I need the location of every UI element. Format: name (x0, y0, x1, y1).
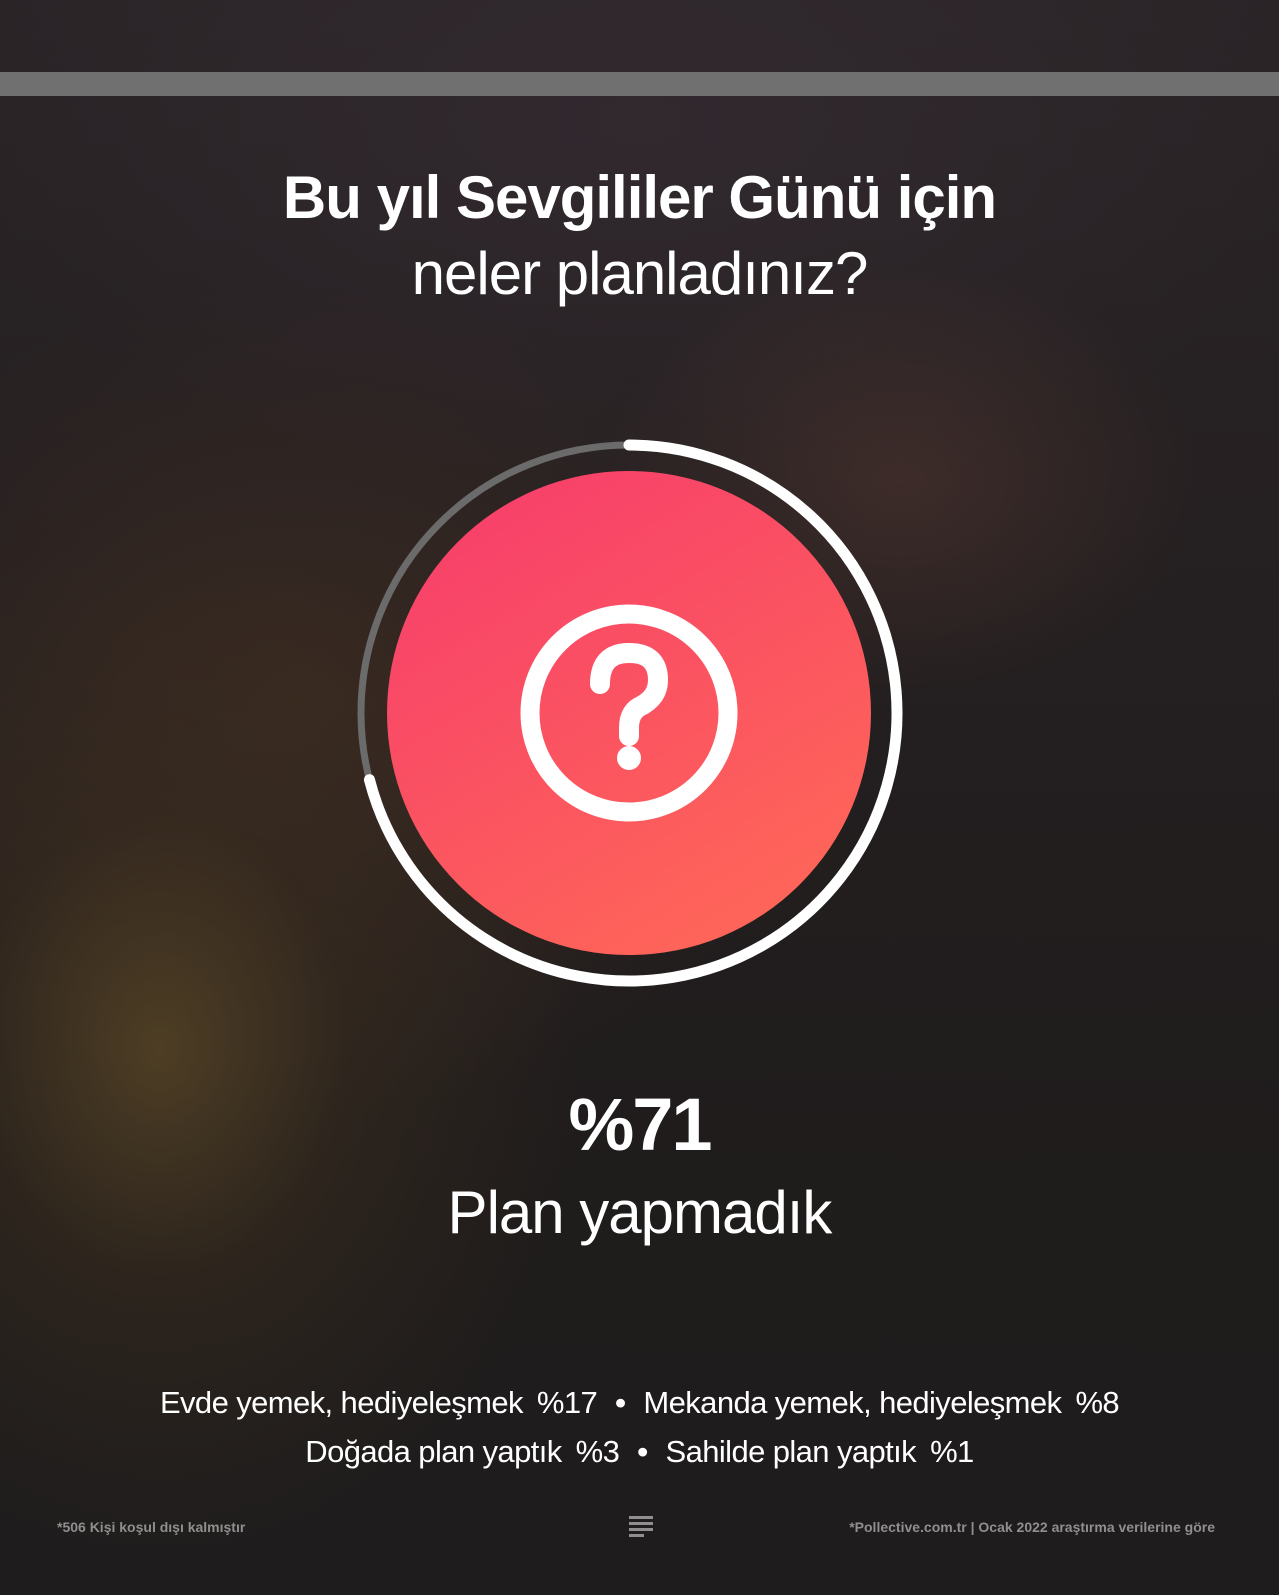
other-answers-row-1: Evde yemek, hediyeleşmek %17 • Mekanda yeme… (0, 1381, 1279, 1425)
bullet-separator: • (637, 1434, 648, 1469)
question-title-line2: neler planladınız? (411, 240, 869, 307)
answer-mekanda-label: Mekanda yemek, hediyeleşmek (643, 1385, 1062, 1420)
answer-evde-value: %17 (536, 1385, 598, 1420)
donut-chart-svg (357, 439, 903, 987)
question-title: Bu yıl Sevgililer Günü için neler planla… (0, 160, 1279, 312)
answer-dogada-label: Doğada plan yaptık (305, 1434, 562, 1469)
answer-evde-label: Evde yemek, hediyeleşmek (159, 1385, 524, 1420)
footnote-source: *Pollective.com.tr | Ocak 2022 araştırma… (849, 1519, 1215, 1535)
story-progress-bar (0, 72, 1279, 96)
highlight-caption: Plan yapmadık (447, 1179, 833, 1246)
poll-result-card: Bu yıl Sevgililer Günü için neler planla… (0, 0, 1279, 1595)
menu-lines-icon[interactable] (629, 1516, 653, 1538)
other-answers-row-2: Doğada plan yaptık %3 • Sahilde plan yaptık… (0, 1430, 1279, 1474)
answer-sahilde-value: %1 (930, 1434, 974, 1469)
highlight-percentage: %71 (568, 1083, 712, 1166)
question-title-line1: Bu yıl Sevgililer Günü için (282, 164, 997, 231)
donut-chart (352, 436, 922, 1006)
answer-sahilde-label: Sahilde plan yaptık (665, 1434, 917, 1469)
footnote-excluded: *506 Kişi koşul dışı kalmıştır (57, 1519, 246, 1535)
bullet-separator: • (615, 1385, 626, 1420)
answer-mekanda-value: %8 (1075, 1385, 1120, 1420)
answer-dogada-value: %3 (575, 1434, 620, 1469)
